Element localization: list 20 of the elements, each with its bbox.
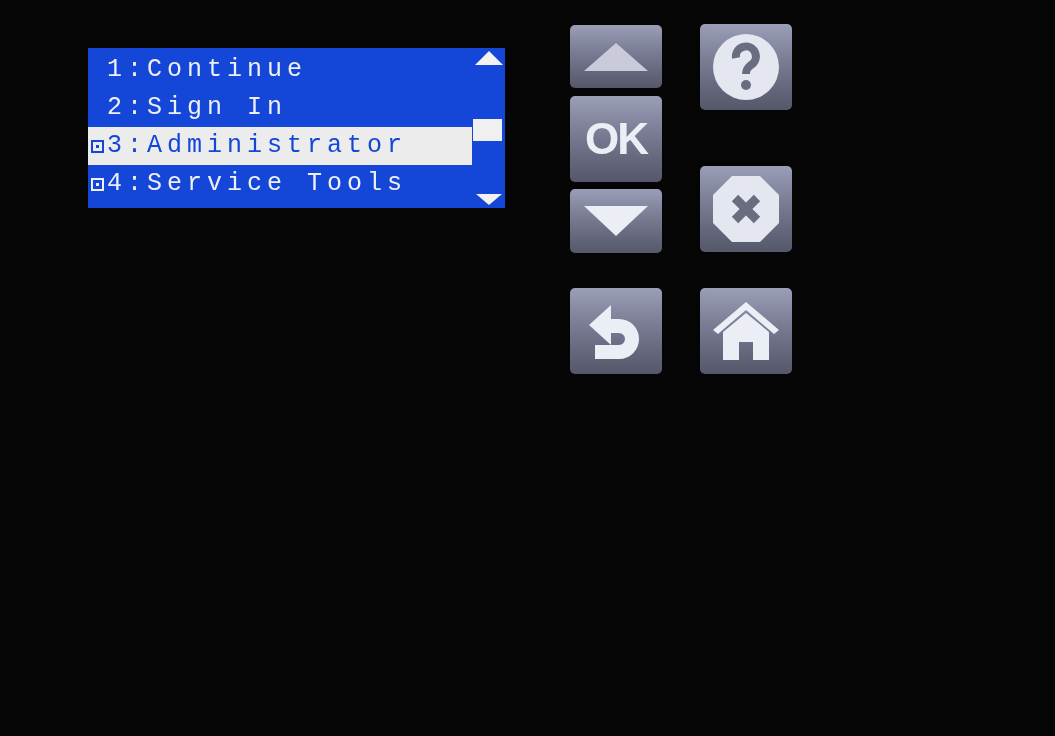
home-button[interactable]: [700, 288, 792, 374]
menu-item[interactable]: 2:Sign In: [88, 89, 472, 127]
cancel-button[interactable]: [700, 166, 792, 252]
ok-button[interactable]: OK: [570, 96, 662, 182]
menu-item[interactable]: 3:Administrator: [88, 127, 472, 165]
scroll-down-icon[interactable]: [475, 194, 502, 205]
scrollbar[interactable]: [472, 48, 505, 208]
scroll-down-button[interactable]: [570, 189, 662, 253]
home-icon: [713, 302, 779, 360]
help-icon: [713, 34, 779, 100]
scrollbar-thumb[interactable]: [473, 118, 502, 141]
stop-icon: [713, 176, 779, 242]
menu-item[interactable]: 4:Service Tools: [88, 165, 472, 203]
scroll-up-icon[interactable]: [474, 51, 503, 65]
help-button[interactable]: [700, 24, 792, 110]
triangle-down-icon: [584, 206, 648, 236]
back-button[interactable]: [570, 288, 662, 374]
triangle-up-icon: [584, 42, 648, 71]
scroll-up-button[interactable]: [570, 25, 662, 88]
menu-item[interactable]: 1:Continue: [88, 51, 472, 89]
